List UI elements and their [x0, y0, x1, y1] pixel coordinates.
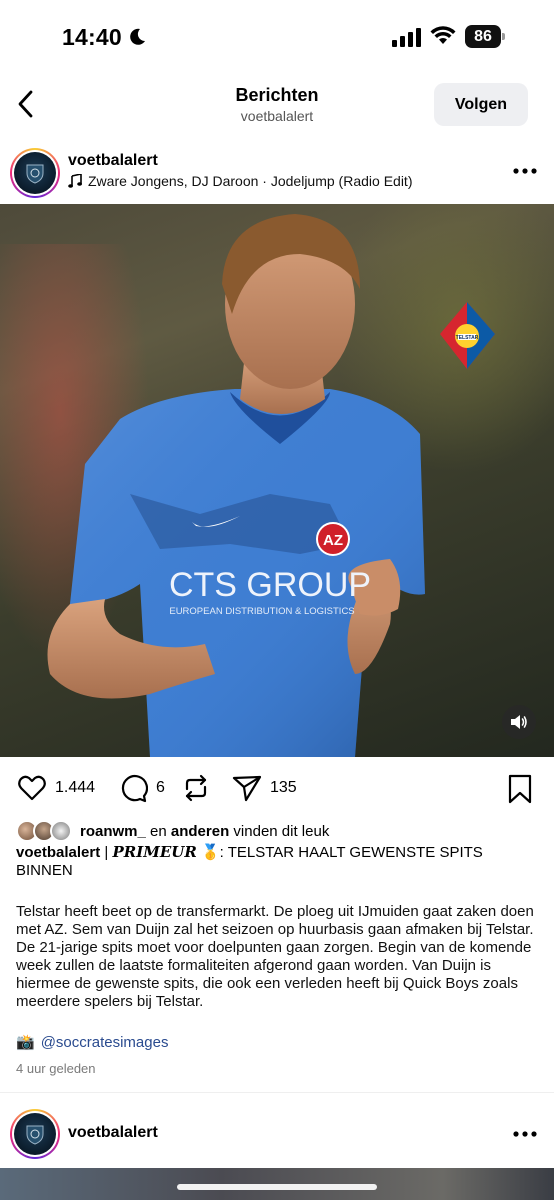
post-actions: 1.444 6 135 [0, 770, 554, 808]
home-indicator[interactable] [177, 1184, 377, 1190]
shirt-sponsor-sub: EUROPEAN DISTRIBUTION & LOGISTICS [169, 606, 354, 617]
player-photo: AZ CTS GROUP EUROPEAN DISTRIBUTION & LOG… [47, 214, 495, 757]
photo-credit: 📸 @soccratesimages [16, 1033, 169, 1052]
liked-by-connector: en [150, 822, 167, 840]
status-time: 14:40 [62, 24, 122, 50]
liker-avatars [16, 820, 74, 842]
liker-username[interactable]: roanwm_ [80, 823, 146, 840]
more-horizontal-icon[interactable] [512, 1130, 538, 1138]
profile-logo [14, 1113, 56, 1155]
send-icon [232, 775, 262, 802]
post-username[interactable]: voetbalalert [68, 152, 158, 170]
post-header: voetbalalert Zware Jongens, DJ Daroon · … [0, 143, 554, 203]
wifi-icon [430, 26, 456, 44]
divider [0, 1092, 554, 1093]
next-post-header: voetbalalert [0, 1106, 554, 1162]
volume-button[interactable] [502, 705, 536, 739]
music-track-label: Zware Jongens, DJ Daroon · Jodeljump (Ra… [88, 173, 413, 189]
repost-icon [185, 774, 207, 802]
caption-body: Telstar heeft beet op de transfermarkt. … [16, 903, 534, 1010]
next-post-username[interactable]: voetbalalert [68, 1124, 158, 1142]
avatar [50, 820, 72, 842]
comment-button[interactable]: 6 [118, 773, 165, 803]
liked-by[interactable]: roanwm_ en anderen vinden dit leuk [16, 820, 329, 842]
post-timestamp: 4 uur geleden [16, 1061, 96, 1076]
telstar-badge-text: TELSTAR [456, 335, 479, 341]
bookmark-icon[interactable] [506, 774, 534, 804]
shield-icon [26, 1125, 44, 1145]
comments-count: 6 [156, 779, 165, 796]
caption-separator: | [104, 844, 109, 861]
music-note-icon [68, 174, 82, 188]
heart-icon [18, 775, 46, 801]
shirt-sponsor: CTS GROUP [169, 566, 371, 604]
moon-icon [130, 28, 145, 45]
profile-logo [14, 152, 56, 194]
status-bar: 14:40 86 [0, 0, 554, 72]
battery-level: 86 [465, 25, 501, 48]
shield-icon [26, 164, 44, 184]
cellular-signal-icon [392, 28, 421, 47]
battery-tip [502, 33, 505, 40]
shares-count: 135 [270, 779, 297, 796]
club-badge-text: AZ [323, 532, 343, 549]
avatar[interactable] [10, 1109, 60, 1159]
follow-button[interactable]: Volgen [434, 83, 528, 126]
post-media[interactable]: AZ CTS GROUP EUROPEAN DISTRIBUTION & LOG… [0, 204, 554, 757]
avatar[interactable] [10, 148, 60, 198]
caption-tag: PRIMEUR [112, 843, 197, 861]
post-caption: voetbalalert | PRIMEUR 🥇: TELSTAR HAALT … [16, 843, 536, 880]
navigation-header: Berichten voetbalalert Volgen [0, 72, 554, 138]
camera-icon: 📸 [16, 1034, 35, 1051]
medal-icon: 🥇 [200, 844, 220, 861]
more-horizontal-icon[interactable] [512, 167, 538, 175]
comment-icon [121, 775, 148, 803]
like-button[interactable]: 1.444 [17, 773, 95, 803]
caption-username[interactable]: voetbalalert [16, 844, 100, 861]
liked-by-suffix: vinden dit leuk [233, 822, 330, 840]
speaker-icon [511, 715, 527, 729]
music-track[interactable]: Zware Jongens, DJ Daroon · Jodeljump (Ra… [68, 173, 412, 189]
telstar-badge: TELSTAR [440, 302, 495, 369]
liked-by-others[interactable]: anderen [171, 823, 229, 840]
share-button[interactable]: 135 [232, 773, 297, 803]
battery-indicator: 86 [465, 25, 505, 48]
likes-count: 1.444 [55, 779, 96, 796]
repost-button[interactable] [181, 773, 211, 803]
credit-mention-link[interactable]: @soccratesimages [41, 1034, 169, 1051]
